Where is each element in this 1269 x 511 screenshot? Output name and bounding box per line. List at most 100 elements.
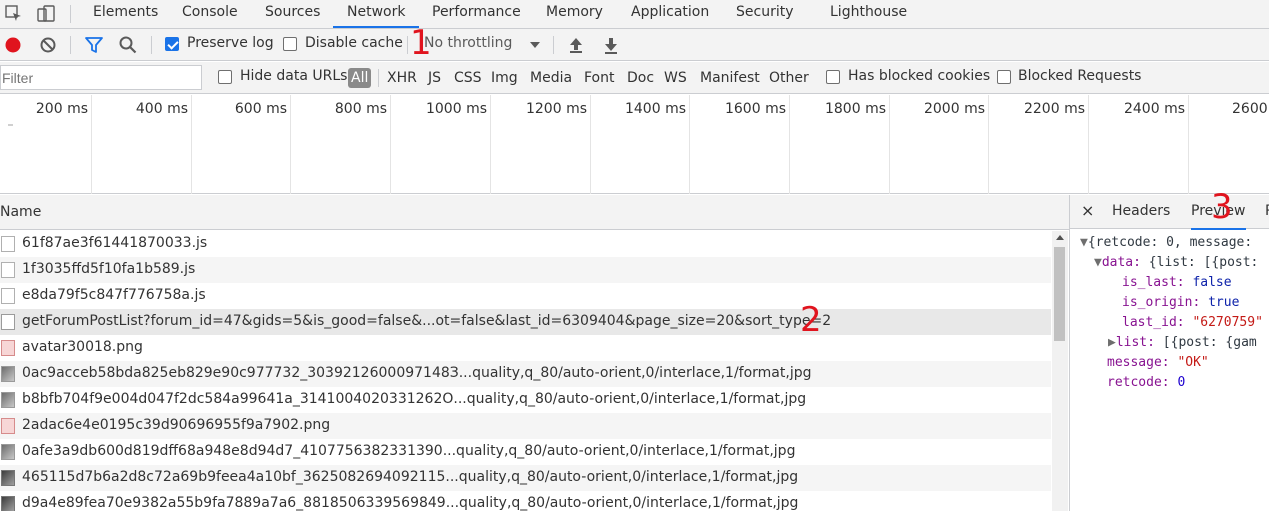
requests-scrollbar[interactable]: [1052, 231, 1068, 511]
throttling-select[interactable]: No throttling: [424, 35, 512, 51]
search-icon[interactable]: [118, 35, 138, 55]
record-icon[interactable]: [3, 35, 23, 55]
requests-panel: Name 61f87ae3f61441870033.js 1f3035ffd5f1…: [0, 195, 1069, 511]
preview-list-line[interactable]: ▶list: [{post: {gam: [1108, 333, 1257, 353]
request-row[interactable]: b8bfb704f9e004d047f2dc584a99641a_3141004…: [0, 387, 1051, 413]
tab-console[interactable]: Console: [182, 0, 238, 28]
request-row[interactable]: getForumPostList?forum_id=47&gids=5&is_g…: [0, 309, 1051, 335]
disable-cache-label[interactable]: Disable cache: [305, 35, 403, 51]
request-row[interactable]: 2adac6e4e0195c39d90696955f9a7902.png: [0, 413, 1051, 439]
type-filter-font[interactable]: Font: [584, 68, 614, 88]
tab-sources[interactable]: Sources: [265, 0, 320, 28]
tab-headers[interactable]: Headers: [1112, 203, 1170, 219]
request-name: d9a4e89fea70e9382a55b9fa7889a7a6_8818506…: [22, 495, 799, 511]
timeline-tick-label: 800 ms: [334, 101, 387, 117]
timeline-tick-label: 200 ms: [35, 101, 88, 117]
request-name: 61f87ae3f61441870033.js: [22, 235, 208, 251]
network-toolbar: Preserve log Disable cache No throttling: [0, 29, 1269, 61]
tab-response[interactable]: R: [1265, 203, 1269, 219]
timeline-tick-label: 400 ms: [135, 101, 188, 117]
device-toolbar-icon[interactable]: [36, 4, 56, 24]
image-file-icon: [1, 470, 15, 486]
preserve-log-label[interactable]: Preserve log: [187, 35, 274, 51]
timeline-overview[interactable]: 200 ms 400 ms 600 ms 800 ms 1000 ms 1200 ms 14…: [0, 95, 1269, 194]
timeline-tick-label: 600 ms: [234, 101, 287, 117]
request-row[interactable]: avatar30018.png: [0, 335, 1051, 361]
filter-input[interactable]: [0, 65, 202, 90]
tab-network[interactable]: Network: [333, 0, 420, 28]
timeline-request-bar: [8, 124, 13, 126]
request-row[interactable]: 465115d7b6a2d8c72a69b9feea4a10bf_3625082…: [0, 465, 1051, 491]
hide-data-urls-checkbox[interactable]: [218, 70, 232, 84]
type-filter-doc[interactable]: Doc: [627, 68, 654, 88]
close-icon[interactable]: ×: [1081, 201, 1094, 220]
toolbar-separator: [70, 36, 71, 54]
devtools-tabbar: Elements Console Sources Network Perform…: [0, 0, 1269, 29]
json-preview[interactable]: ▼{retcode: 0, message: ▼data: {list: [{p…: [1070, 233, 1263, 433]
scrollbar-thumb[interactable]: [1054, 247, 1065, 341]
blocked-requests-label[interactable]: Blocked Requests: [1018, 68, 1141, 84]
triangle-down-icon[interactable]: ▼: [1094, 255, 1102, 270]
disable-cache-checkbox[interactable]: [283, 37, 297, 51]
export-har-icon[interactable]: [601, 35, 621, 55]
annotation-number-3: 3: [1211, 187, 1233, 227]
toolbar-separator: [151, 36, 152, 54]
request-row[interactable]: 1f3035ffd5f10fa1b589.js: [0, 257, 1051, 283]
timeline-tick-label: 2200 ms: [1023, 101, 1085, 117]
timeline-gridline: [290, 95, 291, 194]
request-row[interactable]: d9a4e89fea70e9382a55b9fa7889a7a6_8818506…: [0, 491, 1051, 511]
image-file-icon: [1, 444, 15, 460]
type-filter-css[interactable]: CSS: [454, 68, 482, 88]
annotation-number-1: 1: [410, 23, 432, 63]
type-filter-ws[interactable]: WS: [664, 68, 687, 88]
request-row[interactable]: e8da79f5c847f776758a.js: [0, 283, 1051, 309]
image-file-icon: [1, 496, 15, 511]
triangle-right-icon[interactable]: ▶: [1108, 335, 1116, 350]
timeline-tick-label: 1200 ms: [525, 101, 587, 117]
chevron-down-icon[interactable]: [525, 35, 545, 55]
filter-icon[interactable]: [84, 35, 104, 55]
scroll-up-arrow-icon[interactable]: [1056, 235, 1064, 240]
request-name: avatar30018.png: [22, 339, 143, 355]
type-filter-other[interactable]: Other: [769, 68, 809, 88]
blocked-cookies-checkbox[interactable]: [826, 70, 840, 84]
tab-elements[interactable]: Elements: [93, 0, 158, 28]
type-filter-js[interactable]: JS: [428, 68, 441, 88]
hide-data-urls-label[interactable]: Hide data URLs: [240, 68, 347, 84]
details-tabs: × Headers Preview R: [1070, 195, 1269, 230]
timeline-tick-label: 1400 ms: [624, 101, 686, 117]
clear-icon[interactable]: [38, 35, 58, 55]
tab-lighthouse[interactable]: Lighthouse: [830, 0, 907, 28]
tab-security[interactable]: Security: [736, 0, 794, 28]
type-filter-all[interactable]: All: [348, 68, 372, 88]
type-filter-media[interactable]: Media: [530, 68, 572, 88]
request-row[interactable]: 0afe3a9db600d819dff68a948e8d94d7_4107756…: [0, 439, 1051, 465]
preview-data-line[interactable]: ▼data: {list: [{post:: [1094, 253, 1258, 273]
type-filter-img[interactable]: Img: [491, 68, 518, 88]
timeline-tick-label: 1000 ms: [425, 101, 487, 117]
preview-root-line[interactable]: ▼{retcode: 0, message:: [1080, 233, 1252, 253]
tab-application[interactable]: Application: [631, 0, 709, 28]
type-filter-manifest[interactable]: Manifest: [700, 68, 760, 88]
triangle-down-icon[interactable]: ▼: [1080, 235, 1088, 250]
type-filter-xhr[interactable]: XHR: [387, 68, 417, 88]
timeline-gridline: [1188, 95, 1189, 194]
filter-bar: Hide data URLs All XHR JS CSS Img Media …: [0, 62, 1269, 94]
tab-memory[interactable]: Memory: [546, 0, 603, 28]
toolbar-separator: [407, 36, 408, 54]
preview-retcode-line: retcode: 0: [1107, 375, 1186, 390]
request-name: 0afe3a9db600d819dff68a948e8d94d7_4107756…: [22, 443, 796, 459]
name-column-header[interactable]: Name: [0, 195, 1069, 230]
inspect-element-icon[interactable]: [4, 4, 24, 24]
import-har-icon[interactable]: [566, 35, 586, 55]
blocked-cookies-label[interactable]: Has blocked cookies: [848, 68, 990, 84]
request-row[interactable]: 61f87ae3f61441870033.js: [0, 231, 1051, 257]
timeline-gridline: [490, 95, 491, 194]
request-row[interactable]: 0ac9acceb58bda825eb829e90c977732_3039212…: [0, 361, 1051, 387]
tab-performance[interactable]: Performance: [432, 0, 521, 28]
blocked-requests-checkbox[interactable]: [997, 70, 1011, 84]
request-name: 1f3035ffd5f10fa1b589.js: [22, 261, 196, 277]
image-file-icon: [1, 418, 15, 434]
preserve-log-checkbox[interactable]: [165, 37, 179, 51]
timeline-gridline: [689, 95, 690, 194]
